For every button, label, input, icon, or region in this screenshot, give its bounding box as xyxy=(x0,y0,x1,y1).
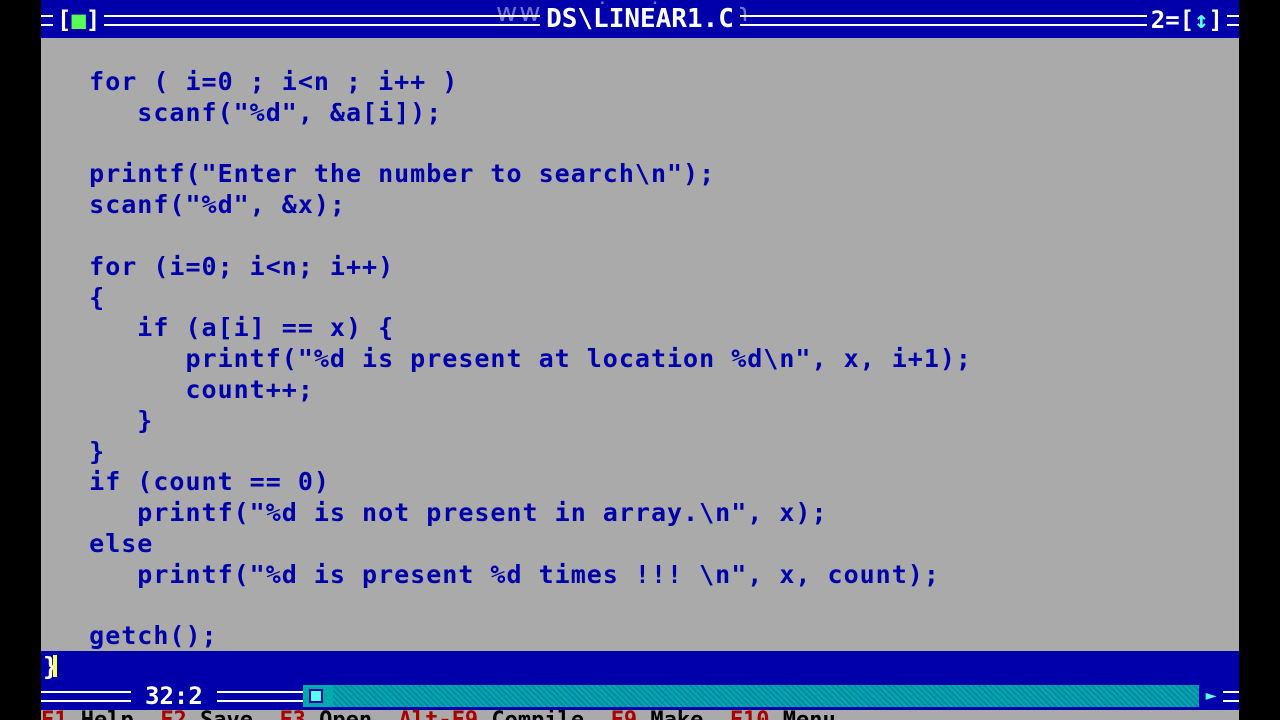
scroll-thumb[interactable] xyxy=(309,689,323,703)
editor-screen: www.zdcode.com [■] DS\LINEAR1.C 2=[↕] fo… xyxy=(41,0,1239,720)
window-number-zoom[interactable]: 2=[↕] xyxy=(1146,6,1227,34)
code-line: { xyxy=(41,282,106,312)
title-bar: www.zdcode.com [■] DS\LINEAR1.C 2=[↕] xyxy=(41,0,1239,38)
code-line: } xyxy=(41,436,106,466)
function-key-label: Compile xyxy=(478,710,610,720)
code-line: printf("%d is present %d times !!! \n", … xyxy=(41,559,940,589)
function-key[interactable]: F3 xyxy=(279,710,306,720)
code-line: getch(); xyxy=(41,621,218,651)
function-key-label: Open xyxy=(306,710,399,720)
function-key-label: Help xyxy=(68,710,161,720)
code-line: scanf("%d", &a[i]); xyxy=(41,97,443,127)
code-line: printf("%d is not present in array.\n", … xyxy=(41,498,828,528)
code-line: for (i=0; i<n; i++) xyxy=(41,251,395,281)
code-line: if (a[i] == x) { xyxy=(41,313,395,343)
horizontal-scrollbar[interactable]: ► xyxy=(303,685,1223,707)
code-line: } xyxy=(41,405,154,435)
function-key[interactable]: F10 xyxy=(730,710,770,720)
code-line: printf("%d is present at location %d\n",… xyxy=(41,344,972,374)
function-key[interactable]: F2 xyxy=(160,710,187,720)
status-bar: 32:2 ► xyxy=(41,682,1239,710)
window-title-wrap: DS\LINEAR1.C xyxy=(41,4,1239,34)
function-key-list: F1 Help F2 Save F3 Open Alt-F9 Compile F… xyxy=(41,710,862,720)
function-key-label: Menu xyxy=(770,710,863,720)
function-key-label: Make xyxy=(637,710,730,720)
function-key[interactable]: Alt-F9 xyxy=(399,710,478,720)
scroll-right-arrow-icon[interactable]: ► xyxy=(1199,685,1223,707)
function-key-label: Save xyxy=(187,710,280,720)
code-line: count++; xyxy=(41,375,314,404)
code-line: printf("Enter the number to search\n"); xyxy=(41,159,716,189)
current-line[interactable]: } xyxy=(41,651,1239,682)
function-key-bar: F1 Help F2 Save F3 Open Alt-F9 Compile F… xyxy=(41,710,1239,720)
window-title: DS\LINEAR1.C xyxy=(540,4,740,34)
cursor-position: 32:2 xyxy=(131,682,217,710)
text-cursor xyxy=(53,655,57,677)
zoom-icon[interactable]: ↕ xyxy=(1194,6,1208,34)
code-line: scanf("%d", &x); xyxy=(41,190,346,220)
function-key[interactable]: F9 xyxy=(611,710,638,720)
code-line: else xyxy=(41,529,154,558)
function-key[interactable]: F1 xyxy=(41,710,68,720)
code-line: for ( i=0 ; i<n ; i++ ) xyxy=(41,67,459,96)
code-line: if (count == 0) xyxy=(41,467,330,497)
code-editor[interactable]: for ( i=0 ; i<n ; i++ ) scanf("%d", &a[i… xyxy=(41,66,1239,651)
scroll-left-arrow-icon[interactable] xyxy=(303,685,333,707)
window-number: 2 xyxy=(1150,6,1166,34)
